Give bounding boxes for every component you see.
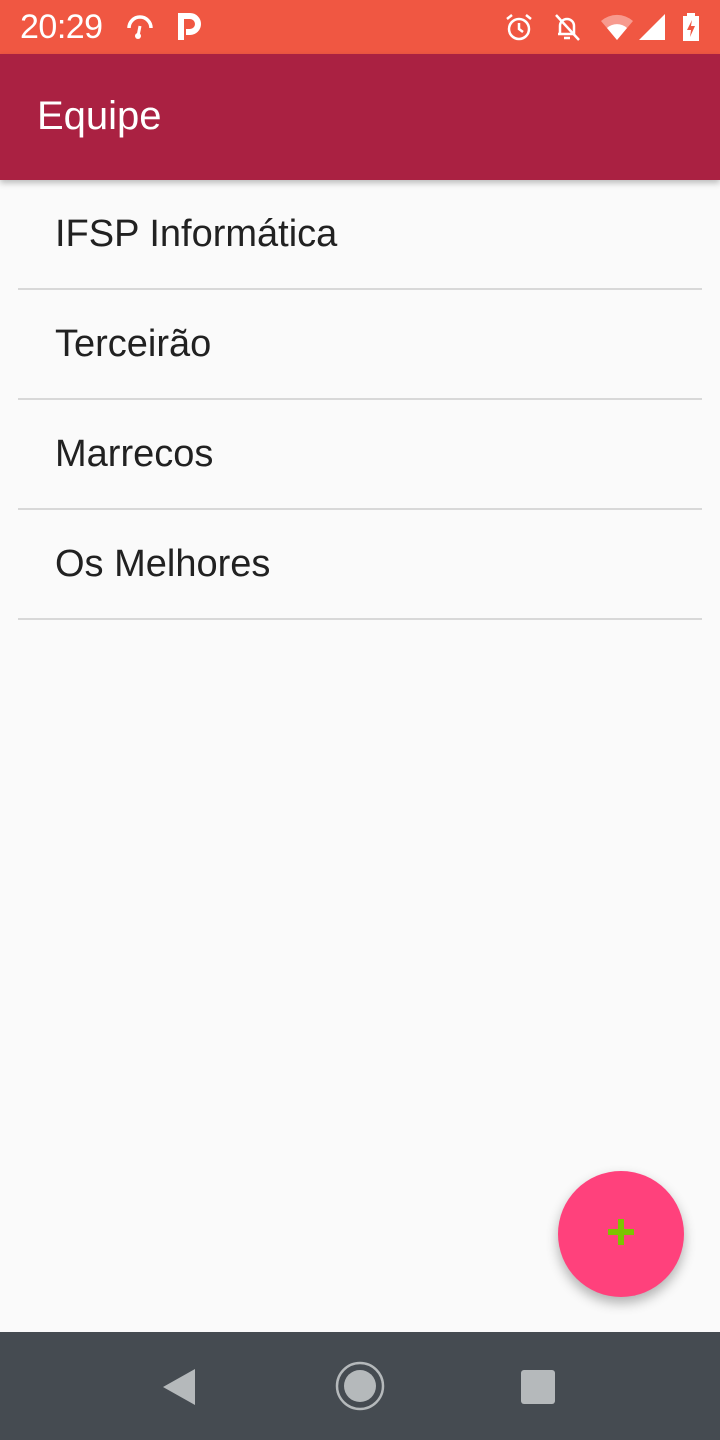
notifications-off-icon — [552, 12, 582, 42]
plus-icon — [606, 1217, 636, 1252]
status-bar: 20:29 — [0, 0, 720, 54]
team-list-item[interactable]: Terceirão — [18, 290, 702, 400]
status-time: 20:29 — [20, 7, 103, 46]
team-list-item[interactable]: Marrecos — [18, 400, 702, 510]
team-list: IFSP Informática Terceirão Marrecos Os M… — [18, 180, 702, 620]
battery-charging-icon — [682, 12, 700, 42]
signal-icon — [638, 13, 666, 41]
speedometer-icon — [125, 12, 155, 42]
app-bar: Equipe — [0, 54, 720, 180]
page-title: Equipe — [37, 94, 162, 138]
back-icon[interactable] — [162, 1368, 196, 1411]
add-team-button[interactable] — [558, 1171, 684, 1297]
team-list-item[interactable]: IFSP Informática — [18, 180, 702, 290]
navigation-bar — [0, 1332, 720, 1440]
recents-icon[interactable] — [521, 1370, 555, 1409]
team-list-item[interactable]: Os Melhores — [18, 510, 702, 620]
wifi-icon — [600, 13, 634, 41]
home-icon[interactable] — [335, 1361, 385, 1416]
alarm-icon — [504, 12, 534, 42]
parking-icon — [177, 12, 201, 42]
